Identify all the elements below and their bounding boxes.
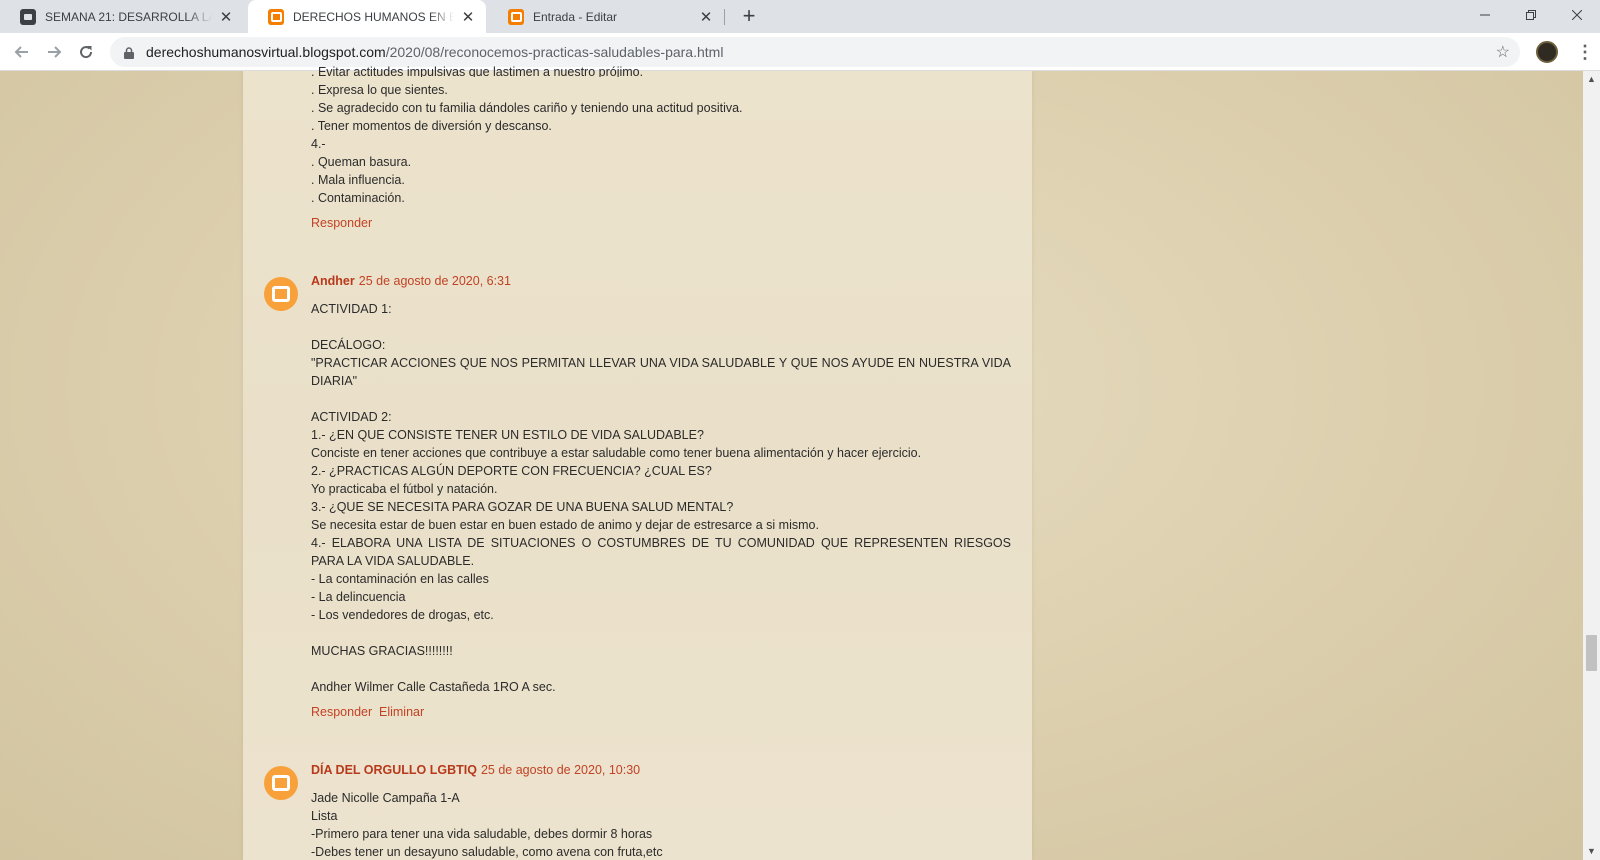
comment-line: . Queman basura. bbox=[311, 155, 412, 169]
arrow-left-icon bbox=[14, 46, 28, 58]
reload-button[interactable] bbox=[74, 40, 98, 64]
comment-line: ACTIVIDAD 1: bbox=[311, 302, 392, 316]
restore-icon bbox=[1526, 10, 1536, 20]
page-viewport bbox=[0, 71, 1583, 860]
comment-line: Conciste en tener acciones que contribuy… bbox=[311, 446, 922, 460]
comment-line: "PRACTICAR ACCIONES QUE NOS PERMITAN LLE… bbox=[311, 356, 1011, 388]
minimize-button[interactable] bbox=[1462, 0, 1508, 30]
comment-line: - Los vendedores de drogas, etc. bbox=[311, 608, 494, 622]
comment-author[interactable]: Andher bbox=[311, 274, 355, 288]
tab-title: DERECHOS HUMANOS EN EL MUNDO bbox=[293, 9, 454, 24]
comment-line: . Tener momentos de diversión y descanso… bbox=[311, 119, 552, 133]
scroll-up-icon[interactable]: ▲ bbox=[1583, 71, 1600, 88]
comment-line: 2.- ¿PRACTICAS ALGÚN DEPORTE CON FRECUEN… bbox=[311, 464, 712, 478]
blogger-icon bbox=[268, 8, 284, 25]
url-host: derechoshumanosvirtual.blogspot.com bbox=[146, 44, 386, 60]
browser-toolbar: derechoshumanosvirtual.blogspot.com/2020… bbox=[0, 33, 1600, 71]
tab-title: SEMANA 21: DESARROLLA LAS ACTIVIDADES bbox=[45, 9, 212, 24]
comment-line: ACTIVIDAD 2: bbox=[311, 410, 392, 424]
close-icon bbox=[1572, 10, 1582, 20]
forward-button[interactable] bbox=[42, 40, 66, 64]
comment-line: 4.- ELABORA UNA LISTA DE SITUACIONES O C… bbox=[311, 536, 1011, 568]
close-icon[interactable]: ✕ bbox=[218, 8, 234, 26]
comment-line: 3.- ¿QUE SE NECESITA PARA GOZAR DE UNA B… bbox=[311, 500, 734, 514]
comment-line: - La contaminación en las calles bbox=[311, 572, 489, 586]
comment-header: DÍA DEL ORGULLO LGBTIQ 25 de agosto de 20… bbox=[311, 763, 640, 777]
restore-button[interactable] bbox=[1508, 0, 1554, 30]
reply-link[interactable]: Responder bbox=[311, 216, 372, 230]
comment-line: -Primero para tener una vida saludable, … bbox=[311, 827, 653, 841]
scrollbar-thumb[interactable] bbox=[1586, 635, 1597, 671]
comment-line: . Evitar actitudes impulsivas que lastim… bbox=[311, 65, 644, 77]
comment-line: . Mala influencia. bbox=[311, 173, 405, 187]
menu-icon[interactable]: ⋮ bbox=[1576, 40, 1594, 64]
comment-line: . Contaminación. bbox=[311, 191, 405, 205]
tab-separator bbox=[724, 9, 725, 25]
comment-line: Yo practicaba el fútbol y natación. bbox=[311, 482, 498, 496]
comment-date[interactable]: 25 de agosto de 2020, 10:30 bbox=[481, 763, 640, 777]
bookmark-star-icon[interactable]: ☆ bbox=[1496, 42, 1510, 62]
comment-line: 4.- bbox=[311, 137, 326, 151]
comment-line: MUCHAS GRACIAS!!!!!!!! bbox=[311, 644, 453, 658]
blogger-avatar-icon[interactable] bbox=[264, 277, 298, 311]
tab-strip: SEMANA 21: DESARROLLA LAS ACTIVIDADES ✕ … bbox=[0, 0, 1600, 33]
url-path: /2020/08/reconocemos-practicas-saludable… bbox=[385, 44, 724, 60]
profile-avatar[interactable] bbox=[1536, 41, 1558, 63]
delete-link[interactable]: Eliminar bbox=[379, 705, 424, 719]
blogger-avatar-icon[interactable] bbox=[264, 766, 298, 800]
comment-date[interactable]: 25 de agosto de 2020, 6:31 bbox=[359, 274, 511, 288]
comment-line: Jade Nicolle Campaña 1-A bbox=[311, 791, 460, 805]
comment-line: Andher Wilmer Calle Castañeda 1RO A sec. bbox=[311, 680, 556, 694]
comment-line: Lista bbox=[311, 809, 338, 823]
page-scrollbar[interactable]: ▲ ▼ bbox=[1583, 71, 1600, 860]
close-window-button[interactable] bbox=[1554, 0, 1600, 30]
comment-line: - La delincuencia bbox=[311, 590, 406, 604]
new-tab-button[interactable]: + bbox=[736, 4, 762, 30]
back-button[interactable] bbox=[10, 40, 34, 64]
tab-entrada-editar[interactable]: Entrada - Editar ✕ bbox=[488, 0, 724, 33]
reload-icon bbox=[80, 46, 93, 59]
comment-line: -Debes tener un desayuno saludable, como… bbox=[311, 845, 663, 859]
comment-line: DECÁLOGO: bbox=[311, 338, 386, 352]
tab-title: Entrada - Editar bbox=[533, 9, 618, 24]
lock-icon bbox=[122, 45, 136, 59]
comment-line: 1.- ¿EN QUE CONSISTE TENER UN ESTILO DE … bbox=[311, 428, 704, 442]
comment-line: Se necesita estar de buen estar en buen … bbox=[311, 518, 819, 532]
tab-semana-21[interactable]: SEMANA 21: DESARROLLA LAS ACTIVIDADES ✕ bbox=[0, 0, 244, 33]
close-icon[interactable]: ✕ bbox=[460, 8, 476, 26]
blogger-icon bbox=[508, 8, 524, 25]
arrow-right-icon bbox=[48, 46, 62, 58]
scroll-down-icon[interactable]: ▼ bbox=[1583, 843, 1600, 860]
comment-author[interactable]: DÍA DEL ORGULLO LGBTIQ bbox=[311, 763, 477, 777]
tab-derechos-humanos[interactable]: DERECHOS HUMANOS EN EL MUNDO ✕ bbox=[248, 0, 486, 33]
minimize-icon bbox=[1480, 14, 1490, 16]
comment-line: . Se agradecido con tu familia dándoles … bbox=[311, 101, 743, 115]
comment-header: Andher 25 de agosto de 2020, 6:31 bbox=[311, 274, 511, 288]
classroom-icon bbox=[20, 8, 36, 25]
comment-line: . Expresa lo que sientes. bbox=[311, 83, 448, 97]
close-icon[interactable]: ✕ bbox=[698, 8, 714, 26]
reply-link[interactable]: Responder bbox=[311, 705, 372, 719]
